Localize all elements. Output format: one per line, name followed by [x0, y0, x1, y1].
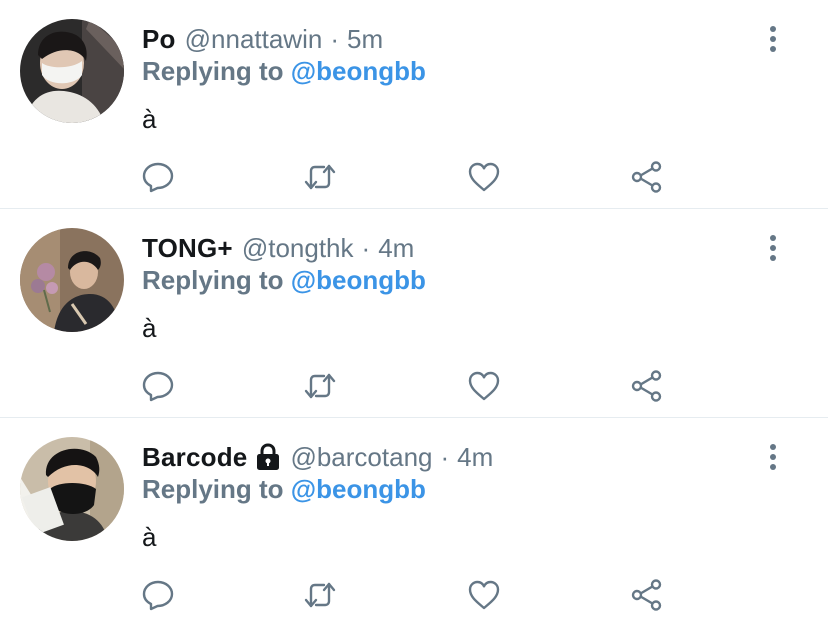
- more-options-icon[interactable]: [758, 24, 788, 54]
- timestamp[interactable]: 5m: [347, 24, 383, 55]
- separator: ·: [440, 441, 450, 472]
- user-handle[interactable]: @tongthk: [242, 233, 354, 264]
- user-handle[interactable]: @nnattawin: [185, 24, 323, 55]
- share-icon[interactable]: [630, 578, 664, 612]
- more-options-icon[interactable]: [758, 442, 788, 472]
- replying-to: Replying to @beongbb: [142, 265, 426, 296]
- separator: ·: [330, 23, 339, 54]
- timestamp[interactable]: 4m: [457, 442, 493, 473]
- replying-to-label: Replying to: [142, 474, 284, 504]
- retweet-icon[interactable]: [303, 369, 337, 403]
- share-icon[interactable]: [630, 369, 664, 403]
- tweet-text: à: [142, 522, 157, 552]
- tweet-header: TONG+ @tongthk · 4m: [142, 231, 414, 265]
- display-name[interactable]: Po: [142, 24, 176, 55]
- reply-icon[interactable]: [141, 160, 175, 194]
- tweet-header: Barcode @barcotang · 4m: [142, 440, 493, 474]
- retweet-icon[interactable]: [303, 160, 337, 194]
- replying-to-label: Replying to: [142, 265, 284, 295]
- tweet-text: à: [142, 313, 157, 343]
- reply-icon[interactable]: [141, 369, 175, 403]
- more-options-icon[interactable]: [758, 233, 788, 263]
- avatar[interactable]: [20, 437, 124, 541]
- timestamp[interactable]: 4m: [378, 233, 414, 264]
- avatar[interactable]: [20, 228, 124, 332]
- reply-icon[interactable]: [141, 578, 175, 612]
- avatar[interactable]: [20, 19, 124, 123]
- reply-target-link[interactable]: @beongbb: [291, 474, 426, 504]
- replying-to-label: Replying to: [142, 56, 284, 86]
- separator: ·: [361, 232, 371, 263]
- replying-to: Replying to @beongbb: [142, 474, 426, 505]
- reply-target-link[interactable]: @beongbb: [291, 265, 426, 295]
- replying-to: Replying to @beongbb: [142, 56, 426, 87]
- tweet-header: Po @nnattawin · 5m: [142, 22, 383, 56]
- user-handle[interactable]: @barcotang: [290, 442, 432, 473]
- like-icon[interactable]: [467, 369, 501, 403]
- like-icon[interactable]: [467, 160, 501, 194]
- tweet-reply[interactable]: Barcode @barcotang · 4m Replying to @beo…: [0, 418, 828, 626]
- tweet-text: à: [142, 104, 157, 134]
- retweet-icon[interactable]: [303, 578, 337, 612]
- like-icon[interactable]: [467, 578, 501, 612]
- reply-target-link[interactable]: @beongbb: [291, 56, 426, 86]
- display-name[interactable]: Barcode: [142, 442, 247, 473]
- share-icon[interactable]: [630, 160, 664, 194]
- tweet-reply[interactable]: Po @nnattawin · 5m Replying to @beongbb …: [0, 0, 828, 208]
- display-name[interactable]: TONG+: [142, 233, 233, 264]
- lock-icon: [255, 443, 281, 471]
- tweet-reply[interactable]: TONG+ @tongthk · 4m Replying to @beongbb…: [0, 209, 828, 417]
